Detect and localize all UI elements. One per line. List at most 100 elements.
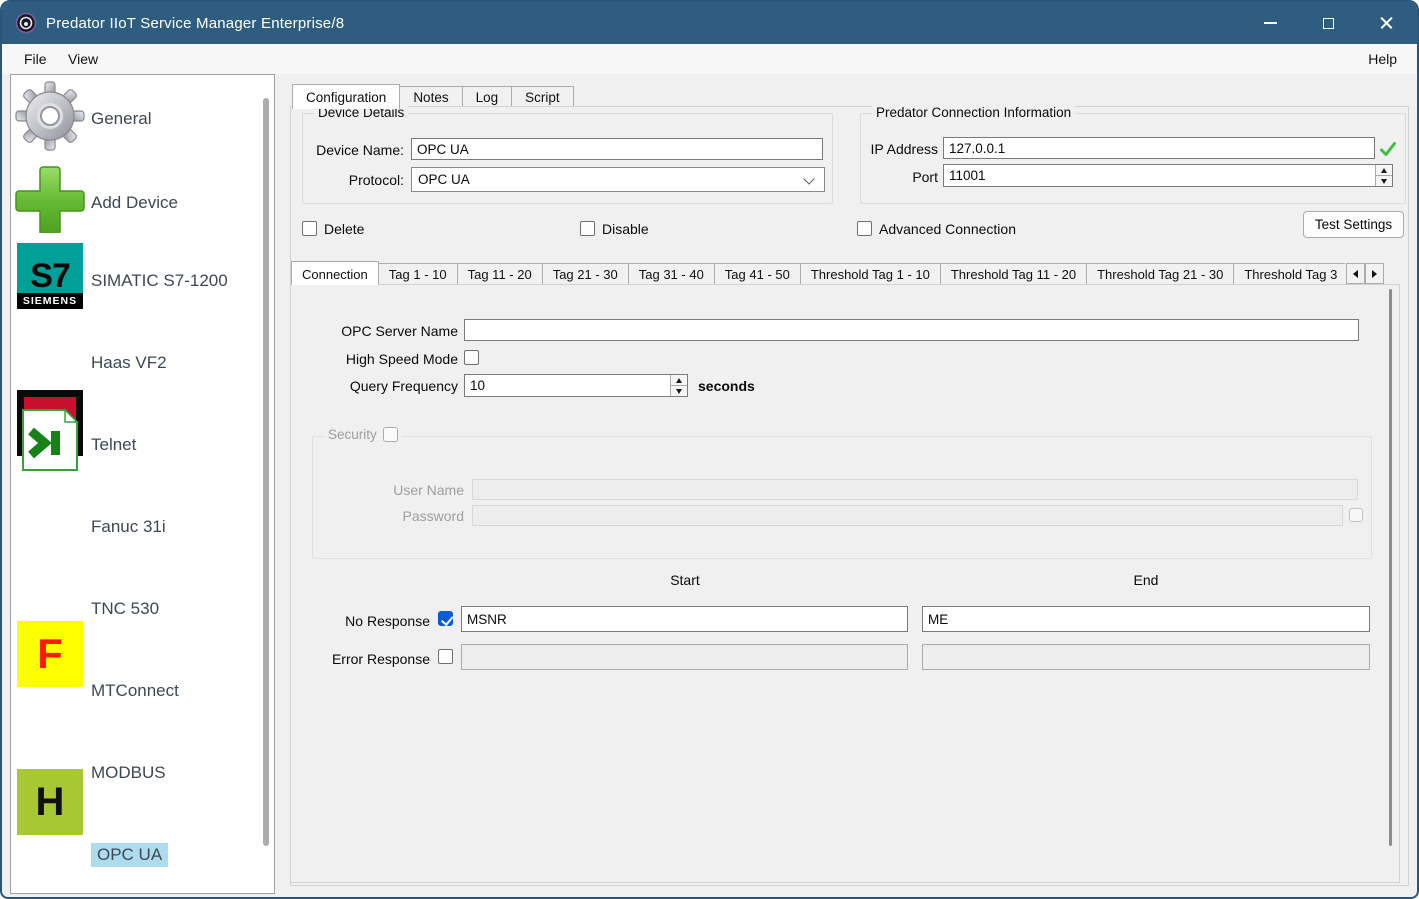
ip-address-label: IP Address xyxy=(864,141,938,157)
maximize-button[interactable] xyxy=(1299,2,1357,44)
protocol-select[interactable]: OPC UA xyxy=(411,167,825,192)
window-controls xyxy=(1241,2,1415,44)
delete-label: Delete xyxy=(324,221,364,237)
close-icon xyxy=(1379,16,1394,31)
menu-file[interactable]: File xyxy=(16,44,55,74)
subtab-tag-21-30[interactable]: Tag 21 - 30 xyxy=(542,263,629,285)
fanuc-icon-text: F xyxy=(37,630,63,678)
query-frequency-label: Query Frequency xyxy=(332,378,458,394)
sidebar-item-label: OPC UA xyxy=(91,843,168,867)
security-legend-text: Security xyxy=(328,427,377,442)
tab-log[interactable]: Log xyxy=(462,86,513,108)
telnet-document-icon xyxy=(17,407,83,478)
subtab-threshold-tag-11-20[interactable]: Threshold Tag 11 - 20 xyxy=(940,263,1087,285)
subtab-threshold-tag-21-30[interactable]: Threshold Tag 21 - 30 xyxy=(1086,263,1234,285)
plus-icon xyxy=(15,163,85,238)
siemens-s7-icon: S7 SIEMENS xyxy=(17,243,83,309)
menu-help[interactable]: Help xyxy=(1360,44,1405,74)
no-response-end-field[interactable] xyxy=(922,606,1370,632)
subtab-threshold-tag-31-40[interactable]: Threshold Tag 3 xyxy=(1233,263,1345,285)
error-response-end-field xyxy=(922,644,1370,670)
no-response-start-field[interactable] xyxy=(461,606,908,632)
port-field[interactable] xyxy=(943,164,1393,187)
delete-checkbox[interactable] xyxy=(302,221,317,236)
port-spin-down-button[interactable] xyxy=(1376,176,1392,186)
menu-view[interactable]: View xyxy=(60,44,106,74)
down-arrow-icon xyxy=(1381,179,1387,184)
high-speed-mode-checkbox[interactable] xyxy=(464,350,479,365)
titlebar: Predator IIoT Service Manager Enterprise… xyxy=(2,2,1417,44)
tab-configuration[interactable]: Configuration xyxy=(292,84,400,109)
predator-connection-legend: Predator Connection Information xyxy=(872,105,1075,120)
subtab-scroll-left-button[interactable] xyxy=(1346,263,1365,284)
heidenhain-icon: H xyxy=(17,769,83,835)
sidebar-scrollbar[interactable] xyxy=(263,98,269,846)
device-name-input[interactable] xyxy=(412,139,822,159)
subtab-tag-1-10[interactable]: Tag 1 - 10 xyxy=(378,263,458,285)
menubar: File View Help xyxy=(2,44,1417,74)
test-settings-button[interactable]: Test Settings xyxy=(1303,211,1404,238)
gear-icon xyxy=(15,81,85,156)
subtab-threshold-tag-1-10[interactable]: Threshold Tag 1 - 10 xyxy=(800,263,941,285)
opc-server-name-field[interactable] xyxy=(464,319,1359,341)
user-name-field xyxy=(472,479,1358,500)
query-frequency-spin-down-button[interactable] xyxy=(671,386,687,396)
port-input[interactable] xyxy=(944,165,1374,186)
subtab-tag-31-40[interactable]: Tag 31 - 40 xyxy=(628,263,715,285)
advanced-connection-label: Advanced Connection xyxy=(879,221,1016,237)
error-response-checkbox[interactable] xyxy=(438,649,453,664)
subtab-tag-41-50[interactable]: Tag 41 - 50 xyxy=(714,263,801,285)
disable-checkbox[interactable] xyxy=(580,221,595,236)
connection-panel-scrollbar[interactable] xyxy=(1389,289,1392,846)
tab-script[interactable]: Script xyxy=(511,86,574,108)
query-frequency-spin-up-button[interactable] xyxy=(671,375,687,386)
query-frequency-spinner xyxy=(670,375,687,396)
tab-notes[interactable]: Notes xyxy=(399,86,462,108)
security-legend: Security xyxy=(324,427,402,442)
close-button[interactable] xyxy=(1357,2,1415,44)
query-frequency-input[interactable] xyxy=(465,375,669,396)
error-response-end-input xyxy=(923,645,1369,669)
opc-server-name-input[interactable] xyxy=(465,320,1358,340)
left-arrow-icon xyxy=(1353,270,1358,278)
no-response-start-input[interactable] xyxy=(462,607,907,631)
protocol-label: Protocol: xyxy=(308,172,404,188)
end-column-header: End xyxy=(922,572,1370,588)
port-spin-up-button[interactable] xyxy=(1376,165,1392,176)
ip-address-input[interactable] xyxy=(944,138,1374,158)
main-tab-strip: Configuration Notes Log Script xyxy=(292,82,573,108)
device-name-field[interactable] xyxy=(411,138,823,160)
user-name-label: User Name xyxy=(332,482,464,498)
device-name-label: Device Name: xyxy=(308,142,404,158)
port-spinner xyxy=(1375,165,1392,186)
no-response-end-input[interactable] xyxy=(923,607,1369,631)
chevron-down-icon xyxy=(803,173,814,184)
s7-icon-text: S7 xyxy=(30,254,70,298)
subtab-connection[interactable]: Connection xyxy=(291,261,379,285)
no-response-checkbox[interactable] xyxy=(438,611,453,626)
error-response-start-input xyxy=(462,645,907,669)
siemens-icon-text: SIEMENS xyxy=(17,293,83,309)
up-arrow-icon xyxy=(1381,168,1387,173)
sidebar-item-label: MTConnect xyxy=(91,681,179,701)
fanuc-icon: F xyxy=(17,621,83,687)
advanced-connection-checkbox[interactable] xyxy=(857,221,872,236)
security-checkbox[interactable] xyxy=(383,427,398,442)
minimize-button[interactable] xyxy=(1241,2,1299,44)
window-title: Predator IIoT Service Manager Enterprise… xyxy=(46,15,344,32)
sidebar-item-label: Fanuc 31i xyxy=(91,517,166,537)
password-input xyxy=(473,506,1342,525)
subtab-scroll-right-button[interactable] xyxy=(1365,263,1384,284)
ip-address-field[interactable] xyxy=(943,137,1375,159)
password-field xyxy=(472,505,1343,526)
query-frequency-field[interactable] xyxy=(464,374,688,397)
query-frequency-unit-label: seconds xyxy=(698,378,755,394)
user-name-input xyxy=(473,480,1357,499)
subtab-tag-11-20[interactable]: Tag 11 - 20 xyxy=(457,263,543,285)
password-label: Password xyxy=(332,508,464,524)
tnc-icon-text: H xyxy=(36,780,65,825)
no-response-label: No Response xyxy=(302,613,430,629)
sidebar-item-label: General xyxy=(91,109,151,129)
app-window: Predator IIoT Service Manager Enterprise… xyxy=(0,0,1419,899)
sidebar-item-label: SIMATIC S7-1200 xyxy=(91,271,228,291)
